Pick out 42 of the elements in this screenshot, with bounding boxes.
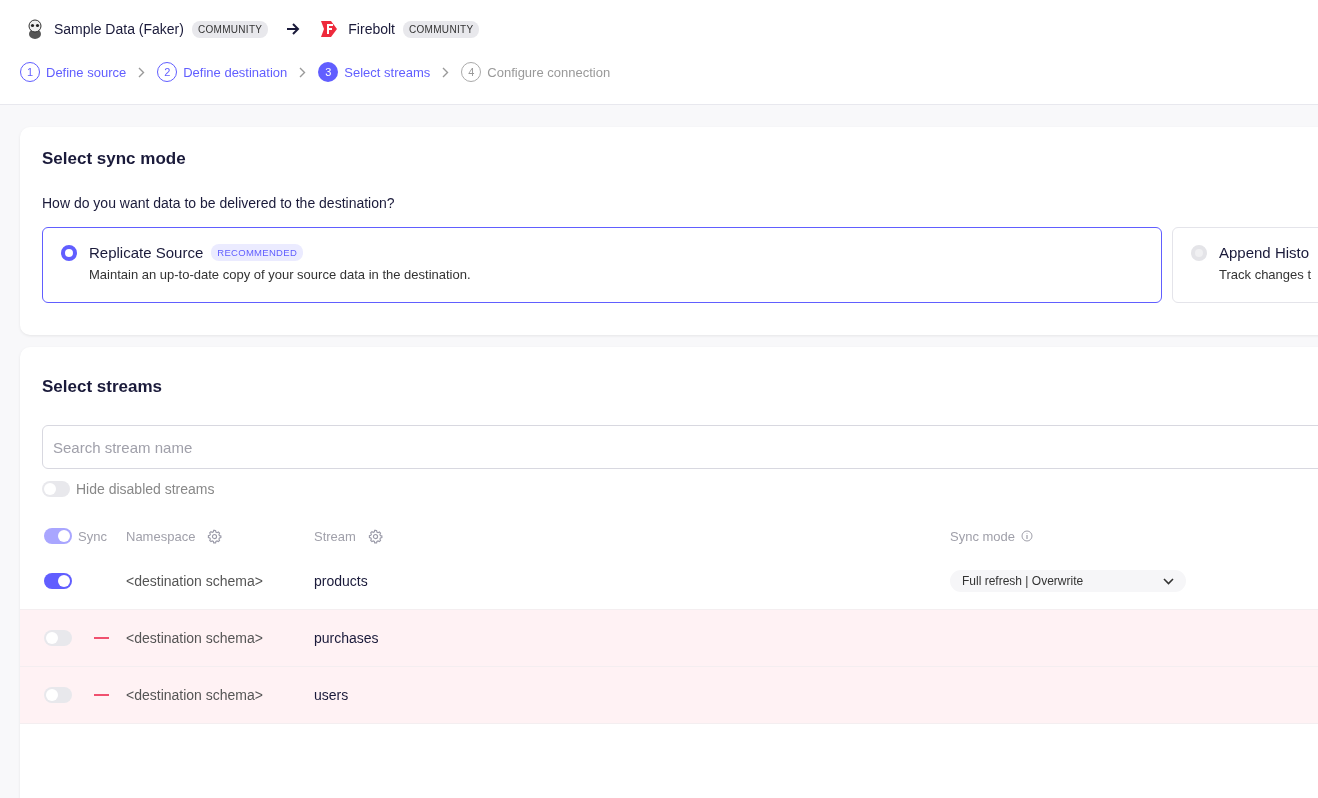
question-text: How do you want data to be delivered to the destination? [42, 195, 396, 211]
recommended-badge: RECOMMENDED [211, 244, 304, 261]
select-all-toggle[interactable] [44, 528, 72, 544]
chevron-right-icon [442, 66, 450, 78]
column-header: Sync [78, 528, 107, 544]
namespace-cell-text: <destination schema> [126, 687, 264, 703]
step-tab[interactable]: 2 Define destination [157, 62, 288, 82]
sync-mode-option[interactable]: Append Histo Track changes t [1172, 227, 1318, 303]
toggle-switch[interactable] [44, 573, 72, 589]
community-badge: COMMUNITY [191, 20, 269, 38]
destination-name: Firebolt [348, 21, 395, 37]
source-name: Sample Data (Faker) [54, 21, 184, 37]
card-title: Select streams [42, 377, 164, 397]
step-tab[interactable]: 3 Select streams [318, 62, 431, 82]
sync-mode-option[interactable]: Replicate Source RECOMMENDED Maintain an up-to-date copy of your source data in the destination. [42, 227, 1162, 303]
namespace-cell-text: <destination schema> [126, 630, 264, 646]
card-title: Select sync mode [42, 149, 187, 169]
community-badge: COMMUNITY [403, 20, 480, 38]
stream-name: users [314, 687, 350, 703]
radio-button[interactable] [61, 245, 77, 261]
stream-name: purchases [314, 630, 380, 646]
settings-icon[interactable] [207, 528, 223, 544]
option-description: Maintain an up-to-date copy of your source data in the destination. [89, 267, 471, 282]
chevron-down-icon [1163, 577, 1174, 585]
info-icon[interactable] [1021, 530, 1034, 542]
toggle-label: Hide disabled streams [76, 481, 215, 497]
option-title: Replicate Source [89, 244, 204, 261]
settings-icon[interactable] [367, 528, 383, 544]
option-description: Track changes t [1219, 267, 1311, 282]
stream-name: products [314, 573, 369, 589]
sync-mode-dropdown[interactable]: Full refresh | Overwrite [950, 570, 1186, 592]
column-header: Namespace [126, 528, 196, 544]
chevron-right-icon [138, 66, 146, 78]
step-tab[interactable]: 4 Configure connection [461, 62, 611, 82]
arrow-icon [286, 23, 301, 35]
chevron-right-icon [299, 66, 307, 78]
option-title: Append Histo [1219, 244, 1310, 261]
search-field[interactable]: Search stream name [42, 425, 1318, 469]
step-tab[interactable]: 1 Define source [20, 62, 127, 82]
column-header: Sync mode [950, 528, 1016, 544]
column-header: Stream [314, 528, 356, 544]
namespace-cell-text: <destination schema> [126, 573, 264, 589]
